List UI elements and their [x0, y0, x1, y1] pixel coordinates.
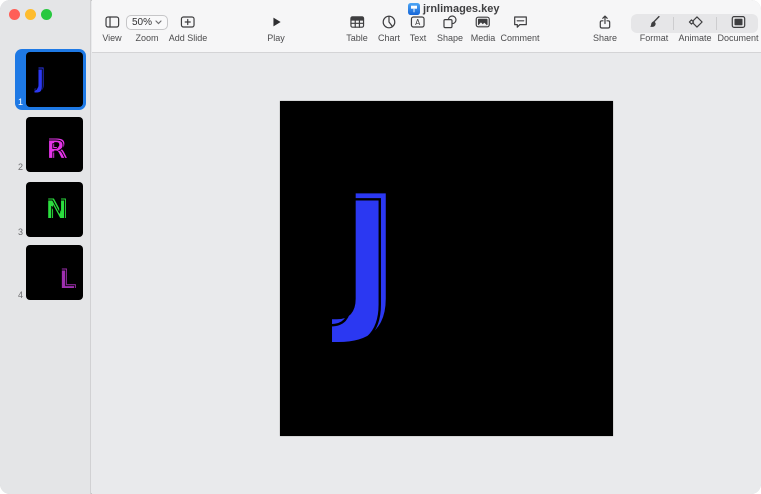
play-icon	[267, 13, 285, 31]
slide-number: 1	[18, 97, 24, 107]
shapes-icon	[437, 13, 463, 31]
zoom-control[interactable]: 50% Zoom	[125, 13, 169, 43]
slide-nav-item-4[interactable]: 4 L L	[15, 242, 86, 303]
animate-button[interactable]: Animate	[678, 13, 712, 43]
play-button[interactable]: Play	[267, 13, 285, 43]
toolbar: jrnlimages.key View 50% Zoom Add Slide P…	[92, 0, 761, 53]
table-icon	[346, 13, 368, 31]
slide-number: 3	[18, 227, 24, 237]
comment-bubble-icon	[500, 13, 539, 31]
thumbnail-letter-inline: N	[44, 195, 67, 226]
media-button[interactable]: Media	[471, 13, 496, 43]
add-slide-button[interactable]: Add Slide	[169, 13, 208, 43]
slide-nav-item-1[interactable]: 1 J J	[15, 49, 86, 110]
svg-text:A: A	[415, 18, 421, 27]
share-button[interactable]: Share	[593, 13, 617, 43]
document-button[interactable]: Document	[717, 13, 759, 43]
pie-chart-icon	[378, 13, 400, 31]
media-image-icon	[471, 13, 496, 31]
zoom-dropdown[interactable]: 50%	[125, 14, 169, 30]
fullscreen-button[interactable]	[41, 9, 52, 20]
view-button[interactable]: View	[102, 13, 122, 43]
slide-canvas-area[interactable]: J J	[92, 53, 761, 494]
minimize-button[interactable]	[25, 9, 36, 20]
table-button[interactable]: Table	[346, 13, 368, 43]
slide-number: 4	[18, 290, 24, 300]
chevron-down-icon	[155, 19, 162, 24]
slide-thumbnail-2[interactable]: R R	[26, 117, 83, 172]
document-icon	[717, 13, 758, 31]
add-slide-icon	[169, 13, 208, 31]
thumbnail-letter-inline: L	[58, 265, 75, 296]
share-icon	[593, 13, 617, 31]
slide-canvas[interactable]: J J	[280, 101, 613, 436]
slide-thumbnail-3[interactable]: N N	[26, 182, 83, 237]
format-button[interactable]: Format	[640, 13, 669, 43]
text-box-icon: A	[410, 13, 427, 31]
paintbrush-icon	[640, 13, 669, 31]
slide-thumbnail-1[interactable]: J J	[26, 52, 83, 107]
slide-nav-item-3[interactable]: 3 N N	[15, 179, 86, 240]
thumbnail-letter-inline: R	[45, 135, 66, 166]
animate-diamond-icon	[678, 13, 711, 31]
slide-letter-inline: J	[326, 167, 395, 354]
zoom-value: 50%	[131, 16, 153, 28]
slide-nav-item-2[interactable]: 2 R R	[15, 114, 86, 175]
comment-button[interactable]: Comment	[500, 13, 540, 43]
slide-navigator: 1 J J 2 R R 3 N N 4 L L	[0, 0, 91, 494]
sidebar-panel-icon	[102, 13, 121, 31]
keynote-window: 1 J J 2 R R 3 N N 4 L L jrnlimages.key V…	[0, 0, 761, 494]
slide-number: 2	[18, 162, 24, 172]
window-controls	[9, 9, 52, 20]
slide-thumbnail-4[interactable]: L L	[26, 245, 83, 300]
close-button[interactable]	[9, 9, 20, 20]
chart-button[interactable]: Chart	[378, 13, 400, 43]
thumbnail-letter-inline: J	[33, 64, 45, 95]
shape-button[interactable]: Shape	[437, 13, 463, 43]
text-button[interactable]: A Text	[410, 13, 427, 43]
